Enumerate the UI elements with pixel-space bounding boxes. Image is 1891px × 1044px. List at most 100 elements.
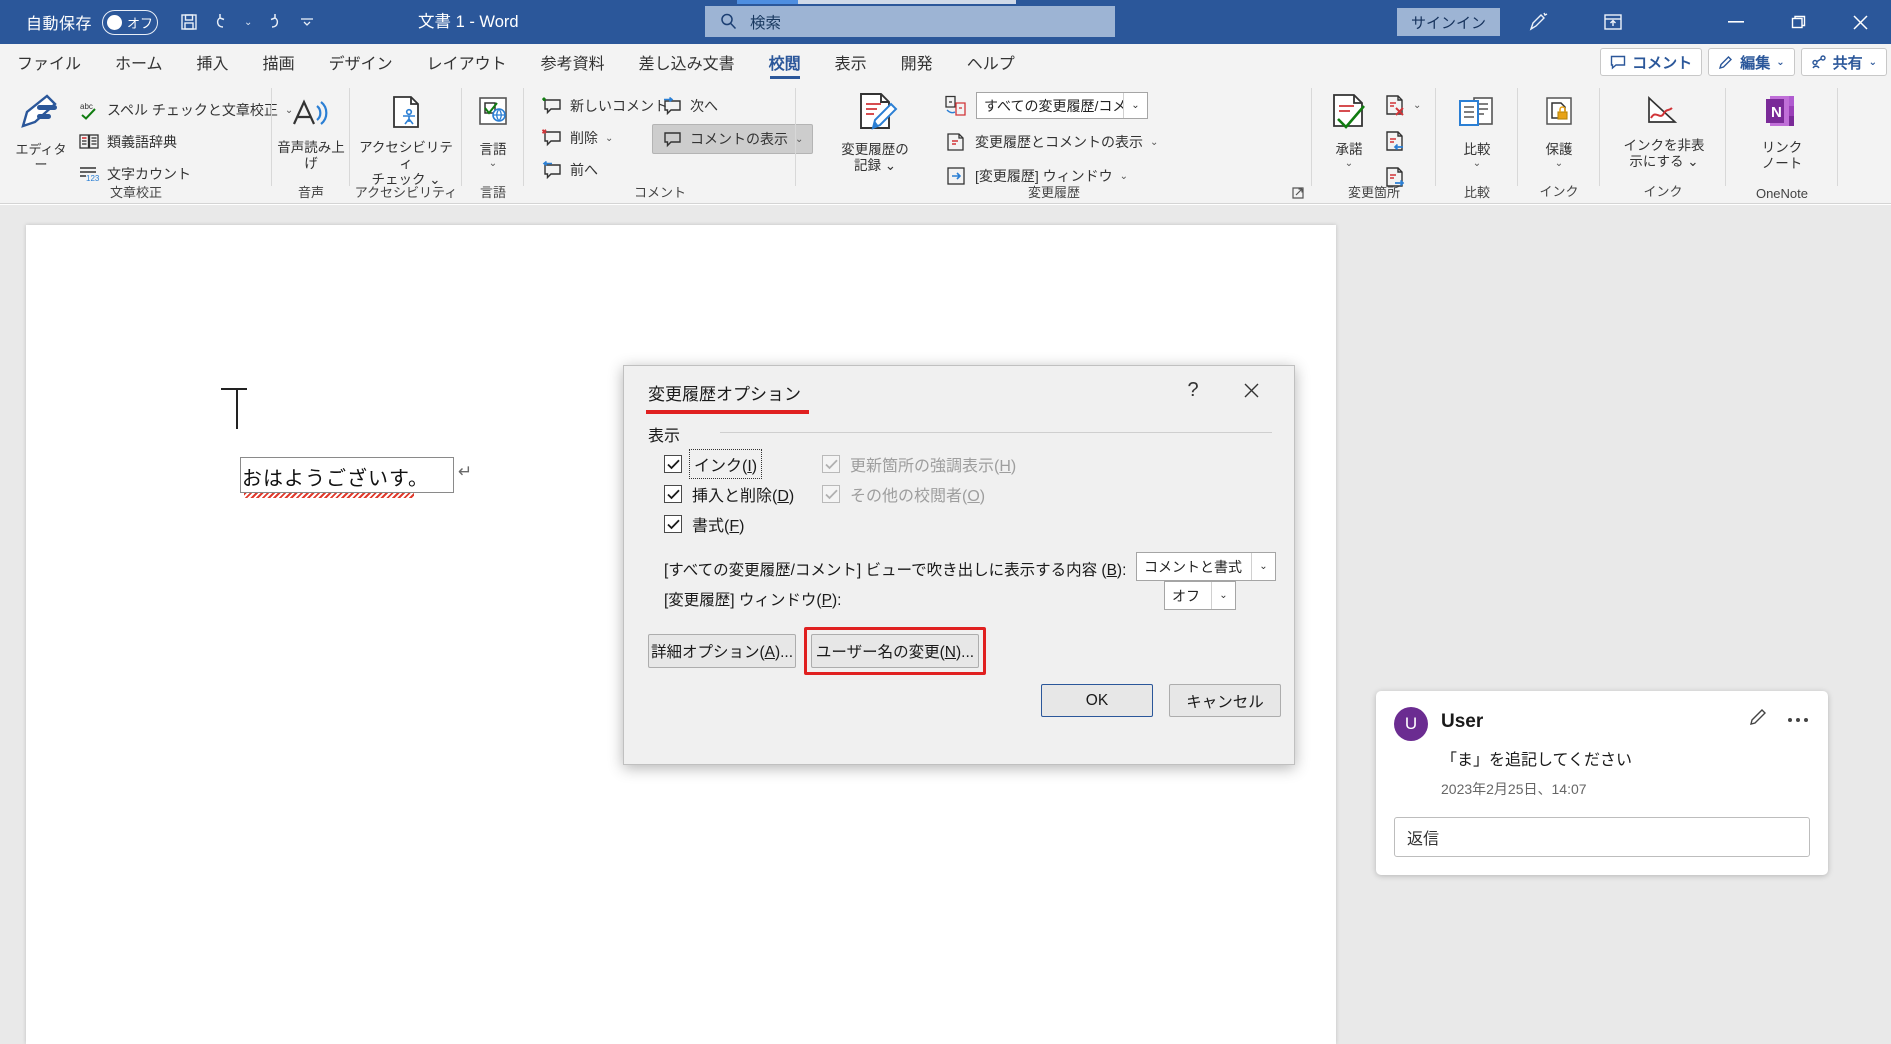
tab-developer[interactable]: 開発 (884, 44, 950, 80)
linked-notes-button[interactable]: N リンク ノート (1746, 94, 1818, 172)
ribbon-group-compare: 比較 ⌄ 比較 (1436, 80, 1518, 204)
checkbox-row-ink[interactable]: インク(I) (664, 449, 763, 479)
next-comment-item[interactable]: 次へ (662, 96, 718, 116)
restore-button[interactable] (1767, 0, 1829, 44)
search-progress-track (798, 0, 1016, 4)
editing-chevron-down-icon[interactable]: ⌄ (1776, 57, 1784, 68)
spelling-squiggle (244, 493, 414, 498)
tab-references[interactable]: 参考資料 (524, 44, 622, 80)
new-comment-item[interactable]: 新しいコメント (542, 96, 668, 116)
balloon-content-chevron-down-icon[interactable]: ⌄ (1251, 553, 1275, 580)
markup-view-combo[interactable]: すべての変更履歴/コメ… ⌄ (976, 92, 1148, 119)
accept-chevron-down-icon[interactable]: ⌄ (1345, 158, 1353, 170)
tab-insert[interactable]: 挿入 (180, 44, 246, 80)
redo-icon[interactable] (254, 5, 288, 39)
svg-text:N: N (1771, 104, 1782, 121)
show-comments-toggle[interactable]: コメントの表示 ⌄ (652, 124, 814, 154)
minimize-button[interactable] (1705, 0, 1767, 44)
checkbox-row-insertions-deletions[interactable]: 挿入と削除(D) (664, 482, 794, 506)
previous-change-button[interactable] (1384, 130, 1406, 152)
customize-qat-icon[interactable] (290, 5, 324, 39)
comment-reply-input[interactable]: 返信 (1394, 817, 1810, 857)
editing-mode-button[interactable]: 編集 ⌄ (1708, 48, 1795, 76)
document-body-text[interactable]: おはようございす。 (242, 462, 429, 491)
share-chevron-down-icon[interactable]: ⌄ (1869, 57, 1877, 68)
language-chevron-down-icon[interactable]: ⌄ (489, 158, 497, 170)
undo-chevron-icon[interactable]: ⌄ (244, 17, 252, 28)
checkbox-insertions-deletions[interactable] (664, 485, 682, 503)
tab-help[interactable]: ヘルプ (950, 44, 1032, 80)
autosave-toggle[interactable]: オフ (102, 9, 159, 35)
comments-button[interactable]: コメント (1600, 48, 1703, 76)
language-button[interactable]: 言語 ⌄ (464, 94, 522, 170)
hide-ink-button[interactable]: インクを非表 示にする ⌄ (1614, 94, 1714, 170)
pen-settings-icon[interactable] (1515, 7, 1561, 37)
dialog-help-button[interactable]: ? (1178, 379, 1208, 402)
hide-ink-label: インクを非表 示にする ⌄ (1623, 137, 1705, 169)
show-markup-item[interactable]: 変更履歴とコメントの表示 ⌄ (944, 132, 1158, 152)
editor-button[interactable]: エディター (10, 92, 72, 173)
track-changes-options-dialog[interactable]: 変更履歴オプション ? 表示 インク(I) 挿入と削除(D) 書式(F) 更新箇… (623, 365, 1295, 765)
advanced-options-button[interactable]: 詳細オプション(A)... (648, 634, 796, 668)
balloon-content-combo[interactable]: コメントと書式 ⌄ (1136, 552, 1276, 581)
cancel-button[interactable]: キャンセル (1169, 684, 1281, 717)
tab-mailings[interactable]: 差し込み文書 (622, 44, 752, 80)
comment-card[interactable]: U User 「ま」を追記してください 2023年2月25日、14:07 返信 (1376, 691, 1828, 875)
checkbox-formatting[interactable] (664, 515, 682, 533)
tab-design[interactable]: デザイン (312, 44, 410, 80)
delete-comment-item[interactable]: 削除 ⌄ (542, 128, 613, 148)
compare-chevron-down-icon[interactable]: ⌄ (1473, 158, 1481, 170)
edit-comment-icon[interactable] (1748, 707, 1768, 732)
checkbox-highlight-updates-label: 更新箇所の強調表示(H) (850, 458, 1017, 475)
tab-layout[interactable]: レイアウト (410, 44, 524, 80)
group-label-comments: コメント (633, 185, 686, 200)
show-markup-chevron-down-icon[interactable]: ⌄ (1150, 137, 1158, 148)
reviewing-pane-chevron-down-icon[interactable]: ⌄ (1120, 171, 1128, 182)
markup-view-chevron-down-icon[interactable]: ⌄ (1123, 93, 1147, 118)
editor-label: エディター (15, 141, 67, 173)
undo-icon[interactable] (208, 5, 242, 39)
toggle-knob (107, 14, 123, 30)
tab-review[interactable]: 校閲 (752, 44, 818, 80)
previous-comment-item[interactable]: 前へ (542, 160, 598, 180)
track-changes-button[interactable]: 変更履歴の 記録 ⌄ (828, 90, 922, 174)
tab-home[interactable]: ホーム (98, 44, 180, 80)
sign-in-button[interactable]: サインイン (1396, 8, 1500, 36)
ok-button[interactable]: OK (1041, 684, 1153, 717)
delete-comment-icon (542, 129, 561, 147)
reviewing-pane-combo[interactable]: オフ ⌄ (1164, 581, 1236, 610)
accept-button[interactable]: 承諾 ⌄ (1318, 92, 1380, 170)
ribbon-display-options-icon[interactable] (1590, 7, 1636, 37)
thesaurus-item[interactable]: 類義語辞典 (78, 132, 177, 152)
tab-draw[interactable]: 描画 (246, 44, 312, 80)
dialog-close-icon[interactable] (1234, 376, 1268, 404)
checkbox-row-formatting[interactable]: 書式(F) (664, 512, 744, 536)
close-button[interactable] (1829, 0, 1891, 44)
protect-chevron-down-icon[interactable]: ⌄ (1555, 158, 1563, 170)
protect-button[interactable]: 保護 ⌄ (1526, 94, 1592, 170)
reject-button[interactable]: ⌄ (1384, 94, 1421, 116)
read-aloud-button[interactable]: 音声読み上げ (276, 94, 346, 172)
share-button[interactable]: 共有 ⌄ (1800, 48, 1887, 76)
compare-icon (1454, 94, 1500, 138)
comment-timestamp: 2023年2月25日、14:07 (1441, 781, 1587, 797)
editing-mode-label: 編集 (1740, 54, 1771, 72)
delete-chevron-down-icon[interactable]: ⌄ (605, 133, 613, 144)
group-label-tracking: 変更履歴 (1027, 185, 1080, 200)
tab-file[interactable]: ファイル (0, 44, 98, 80)
ribbon-group-tracking: 変更履歴の 記録 ⌄ すべての変更履歴/コメ… ⌄ 変更履歴とコメントの表示 (796, 80, 1312, 204)
compare-button[interactable]: 比較 ⌄ (1444, 94, 1510, 170)
word-count-item[interactable]: 123 文字カウント (78, 164, 191, 184)
reject-chevron-down-icon[interactable]: ⌄ (1413, 100, 1421, 111)
search-input[interactable]: 検索 (705, 6, 1115, 37)
accessibility-check-button[interactable]: アクセシビリティ チェック ⌄ (354, 94, 458, 188)
spelling-grammar-item[interactable]: abc スペル チェックと文章校正 ⌄ (78, 100, 293, 120)
group-label-compare: 比較 (1463, 185, 1490, 200)
tab-view[interactable]: 表示 (818, 44, 884, 80)
autosave-control[interactable]: 自動保存 オフ (26, 9, 159, 35)
more-options-icon[interactable] (1786, 711, 1810, 729)
document-title: 文書 1 - Word (418, 13, 519, 31)
reviewing-pane-chevron-down-icon[interactable]: ⌄ (1211, 582, 1235, 609)
checkbox-ink[interactable] (664, 455, 682, 473)
save-icon[interactable] (172, 5, 206, 39)
